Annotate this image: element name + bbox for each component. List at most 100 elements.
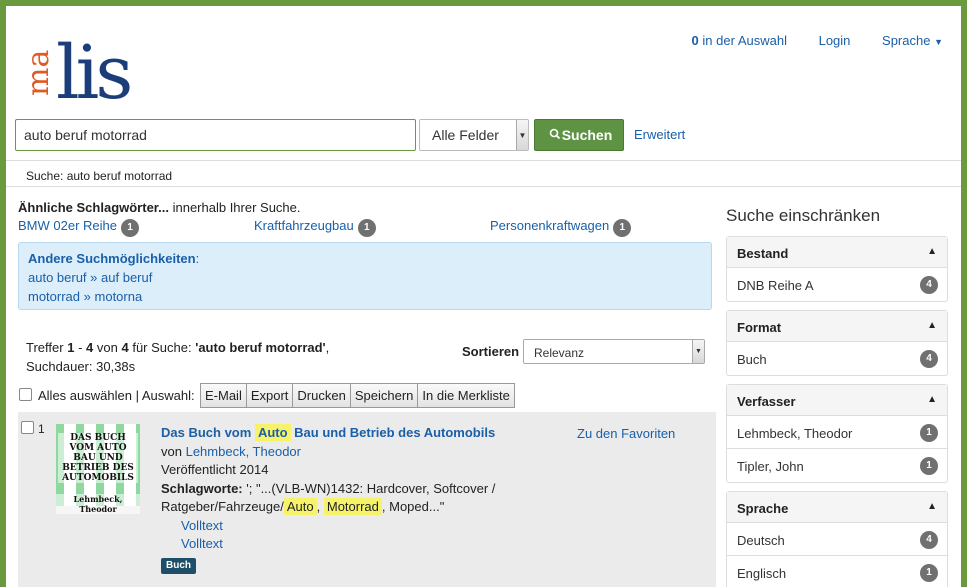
by-label: von — [161, 443, 182, 459]
facet-title-text: Bestand — [737, 246, 789, 261]
fulltext-link[interactable]: Volltext — [161, 517, 495, 536]
facet-bestand: Bestand ▲ DNB Reihe A 4 — [726, 236, 948, 302]
count-badge: 4 — [920, 531, 938, 549]
bulk-button-group: E-Mail Export Drucken Speichern In die M… — [200, 383, 515, 408]
separator: | — [135, 388, 139, 403]
facet-item-label: Deutsch — [737, 533, 785, 548]
search-button[interactable]: Suchen — [534, 119, 624, 151]
collapse-icon: ▲ — [927, 320, 937, 331]
facet-item-label: Buch — [737, 352, 767, 367]
result-index: 1 — [38, 422, 45, 436]
results-label: Treffer — [26, 340, 64, 355]
search-input[interactable] — [15, 119, 416, 151]
select-arrow-icon: ▼ — [516, 120, 528, 150]
alternative-searches-box: Andere Suchmöglichkeiten: auto beruf » a… — [18, 242, 712, 310]
login-link[interactable]: Login — [819, 33, 851, 48]
search-field-value: Alle Felder — [432, 127, 499, 143]
malis-logo[interactable]: ma lis — [20, 28, 134, 116]
select-all-checkbox[interactable] — [19, 388, 32, 401]
selection-action-label: Auswahl: — [141, 388, 195, 403]
selection-link[interactable]: 0 in der Auswahl — [692, 33, 787, 48]
similar-subject-item[interactable]: Kraftfahrzeugbau 1 — [254, 218, 376, 237]
cover-title: DAS BUCH VOM AUTO BAU UND BETRIEB DES AU… — [58, 433, 138, 483]
sort-select[interactable]: Relevanz ▼ — [523, 339, 705, 364]
selection-count: 0 — [691, 33, 699, 48]
result-checkbox[interactable] — [21, 421, 34, 434]
author-link[interactable]: Lehmbeck, Theodor — [186, 444, 301, 459]
search-field-select[interactable]: Alle Felder ▼ — [419, 119, 529, 151]
count-badge: 1 — [920, 424, 938, 442]
search-button-label: Suchen — [561, 127, 613, 143]
result-title-link[interactable]: Das Buch vom Auto Bau und Betrieb des Au… — [161, 424, 495, 441]
facet-title[interactable]: Bestand ▲ — [727, 237, 947, 268]
similar-subject-label[interactable]: Personenkraftwagen — [490, 218, 609, 233]
facet-item[interactable]: Englisch 1 — [727, 556, 947, 587]
add-favorite-link[interactable]: Zu den Favoriten — [577, 426, 675, 441]
facet-item-label: Tipler, John — [737, 459, 804, 474]
export-button[interactable]: Export — [245, 383, 294, 408]
results-total: 4 — [121, 340, 129, 355]
breadcrumb: Suche: auto beruf motorrad — [6, 160, 961, 187]
count-badge: 1 — [613, 219, 632, 237]
count-badge: 1 — [920, 564, 938, 582]
facet-item-label: DNB Reihe A — [737, 278, 814, 293]
alternative-from: motorrad — [28, 289, 81, 304]
save-button[interactable]: Speichern — [349, 383, 419, 408]
collapse-icon: ▲ — [927, 394, 937, 405]
language-label: Sprache — [882, 33, 931, 48]
facet-format: Format ▲ Buch 4 — [726, 310, 948, 376]
advanced-search-link[interactable]: Erweitert — [634, 127, 685, 142]
sort-label: Sortieren — [462, 344, 520, 359]
facet-item[interactable]: DNB Reihe A 4 — [727, 268, 947, 301]
title-highlight: Auto — [254, 424, 291, 441]
arrow-icon: » — [83, 289, 91, 304]
facet-title[interactable]: Sprache ▲ — [727, 492, 947, 523]
language-dropdown[interactable]: Sprache ▼ — [882, 33, 943, 48]
similar-title-bold: Ähnliche Schlagwörter... — [18, 200, 169, 215]
results-dash: - — [78, 340, 83, 355]
arrow-icon: » — [90, 270, 98, 285]
similar-subject-item[interactable]: BMW 02er Reihe 1 — [18, 218, 139, 237]
select-arrow-icon: ▼ — [692, 340, 704, 363]
results-of: von — [96, 340, 118, 355]
facet-item[interactable]: Lehmbeck, Theodor 1 — [727, 416, 947, 449]
facet-item-label: Englisch — [737, 566, 787, 581]
results-info: Treffer 1 - 4 von 4 für Suche: 'auto ber… — [26, 338, 329, 376]
book-cover[interactable]: DAS BUCH VOM AUTO BAU UND BETRIEB DES AU… — [56, 424, 140, 514]
similar-subjects-list: BMW 02er Reihe 1 Kraftfahrzeugbau 1 Person… — [18, 218, 716, 237]
similar-subject-item[interactable]: Personenkraftwagen 1 — [490, 218, 632, 237]
email-button[interactable]: E-Mail — [200, 383, 247, 408]
title-post: Bau und Betrieb des Automobils — [294, 425, 496, 440]
print-button[interactable]: Drucken — [292, 383, 351, 408]
results-for: für Suche: — [132, 340, 192, 355]
subjects-comma: , — [316, 499, 321, 514]
subjects-label: Schlagworte: — [161, 480, 243, 496]
facet-item[interactable]: Buch 4 — [727, 342, 947, 375]
alternative-row: auto beruf » auf beruf — [28, 268, 702, 287]
facet-item[interactable]: Tipler, John 1 — [727, 449, 947, 482]
subject-highlight-auto: Auto — [283, 498, 317, 515]
results-from: 1 — [67, 340, 75, 355]
bookmark-list-button[interactable]: In die Merkliste — [417, 383, 515, 408]
alternative-title-text: Andere Suchmöglichkeiten — [28, 251, 196, 266]
header-links: 0 in der Auswahl Login Sprache ▼ — [664, 33, 943, 48]
fulltext-link[interactable]: Volltext — [161, 535, 495, 554]
select-all-label: Alles auswählen | Auswahl: — [38, 388, 195, 403]
count-badge: 1 — [120, 219, 139, 237]
similar-subject-label[interactable]: Kraftfahrzeugbau — [254, 218, 354, 233]
facet-title[interactable]: Verfasser ▲ — [727, 385, 947, 416]
results-comma: , — [325, 340, 330, 355]
main-content: Ähnliche Schlagwörter... innerhalb Ihrer… — [18, 200, 716, 587]
format-badge: Buch — [161, 557, 196, 574]
similar-subjects-title: Ähnliche Schlagwörter... innerhalb Ihrer… — [18, 200, 716, 215]
alternative-link[interactable]: auf beruf — [101, 270, 152, 285]
facet-title[interactable]: Format ▲ — [727, 311, 947, 342]
results-query: 'auto beruf motorrad' — [195, 340, 326, 355]
alternative-link[interactable]: motorna — [95, 289, 143, 304]
similar-title-rest: innerhalb Ihrer Suche. — [168, 200, 301, 215]
similar-subject-label[interactable]: BMW 02er Reihe — [18, 218, 117, 233]
subjects-text-2: Ratgeber/Fahrzeuge/ — [161, 499, 284, 514]
alternative-row: motorrad » motorna — [28, 287, 702, 306]
facet-item[interactable]: Deutsch 4 — [727, 523, 947, 556]
page: ma lis 0 in der Auswahl Login Sprache ▼ … — [6, 6, 961, 587]
